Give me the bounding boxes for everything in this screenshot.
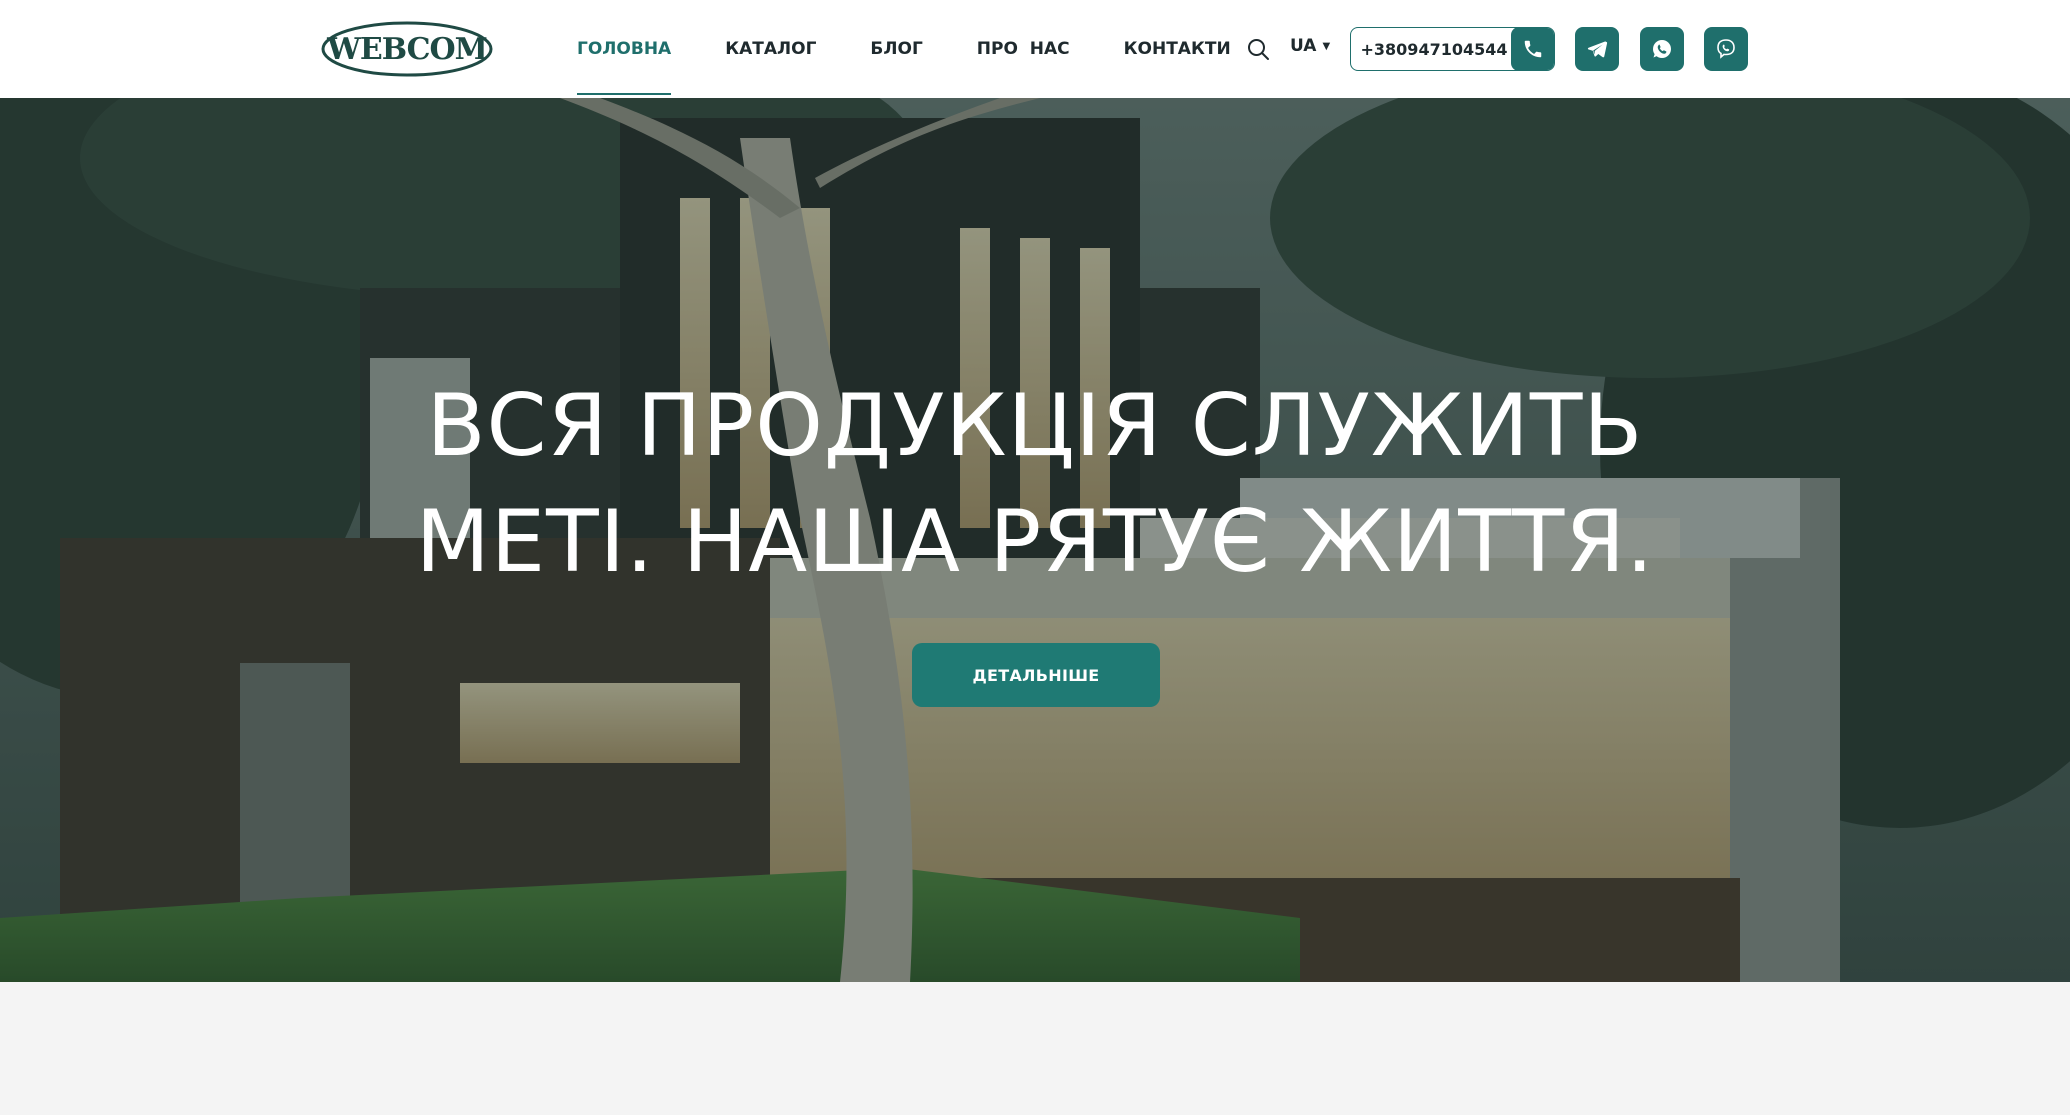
details-button[interactable]: ДЕТАЛЬНІШЕ bbox=[912, 643, 1160, 707]
language-label: UA bbox=[1290, 36, 1317, 56]
nav-item-contacts[interactable]: КОНТАКТИ bbox=[1124, 39, 1231, 59]
search-icon[interactable] bbox=[1246, 37, 1270, 61]
site-header: WEBCOM ГОЛОВНА КАТАЛОГ БЛОГ ПРО НАС КОНТ… bbox=[0, 0, 2070, 98]
nav-item-home[interactable]: ГОЛОВНА bbox=[577, 39, 672, 95]
nav-item-catalog[interactable]: КАТАЛОГ bbox=[725, 39, 816, 59]
nav-item-about[interactable]: ПРО НАС bbox=[977, 39, 1070, 59]
svg-text:WEBCOM: WEBCOM bbox=[326, 32, 487, 67]
whatsapp-icon[interactable] bbox=[1640, 27, 1684, 71]
phone-number[interactable]: +380947104544 bbox=[1351, 40, 1511, 59]
content-area bbox=[0, 982, 2070, 1115]
webcom-logo[interactable]: WEBCOM bbox=[320, 20, 494, 78]
hero-title-line-1: ВСЯ ПРОДУКЦІЯ СЛУЖИТЬ bbox=[426, 376, 1644, 476]
hero-section: ВСЯ ПРОДУКЦІЯ СЛУЖИТЬ МЕТІ. НАША РЯТУЄ Ж… bbox=[0, 98, 2070, 982]
hero-title: ВСЯ ПРОДУКЦІЯ СЛУЖИТЬ МЕТІ. НАША РЯТУЄ Ж… bbox=[0, 368, 2070, 600]
nav-item-blog[interactable]: БЛОГ bbox=[870, 39, 922, 59]
viber-icon[interactable] bbox=[1704, 27, 1748, 71]
chevron-down-icon: ▼ bbox=[1322, 40, 1331, 52]
hero-title-line-2: МЕТІ. НАША РЯТУЄ ЖИТТЯ. bbox=[415, 492, 1655, 592]
telegram-icon[interactable] bbox=[1575, 27, 1619, 71]
language-selector[interactable]: UA ▼ bbox=[1290, 36, 1330, 56]
phone-icon[interactable] bbox=[1511, 28, 1554, 70]
phone-widget[interactable]: +380947104544 bbox=[1350, 27, 1555, 71]
main-nav: ГОЛОВНА КАТАЛОГ БЛОГ ПРО НАС КОНТАКТИ bbox=[577, 0, 1231, 98]
